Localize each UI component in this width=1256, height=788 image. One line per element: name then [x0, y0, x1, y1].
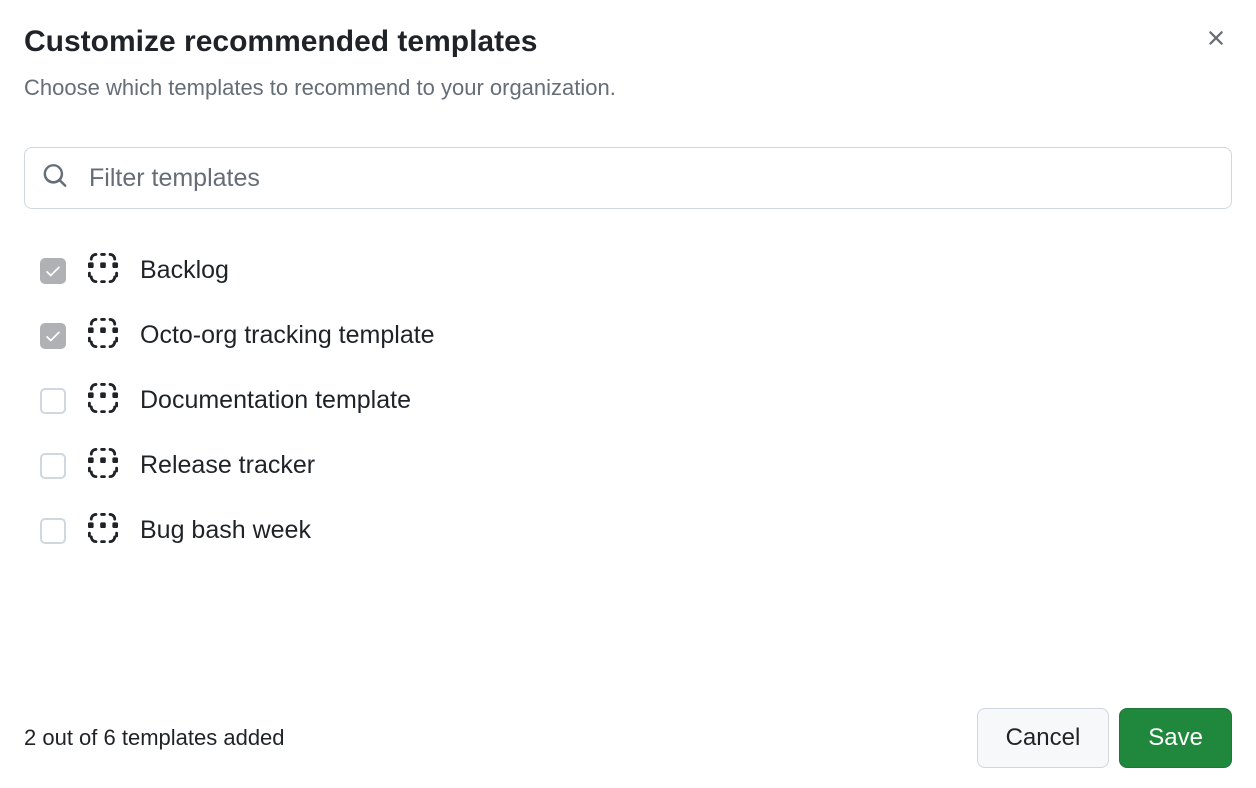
template-label: Octo-org tracking template [140, 321, 435, 350]
template-label: Bug bash week [140, 516, 311, 545]
save-button[interactable]: Save [1119, 708, 1232, 768]
template-row: Backlog [40, 253, 1232, 288]
template-label: Backlog [140, 256, 229, 285]
template-row: Bug bash week [40, 513, 1232, 548]
filter-templates-input[interactable] [24, 147, 1232, 209]
project-template-icon [88, 448, 118, 483]
project-template-icon [88, 513, 118, 548]
dialog-subtitle: Choose which templates to recommend to y… [24, 75, 616, 101]
template-row: Documentation template [40, 383, 1232, 418]
template-label: Documentation template [140, 386, 411, 415]
template-checkbox[interactable] [40, 453, 66, 479]
templates-list: Backlog Octo-org tracking template Docum… [24, 253, 1232, 548]
project-template-icon [88, 253, 118, 288]
header-text: Customize recommended templates Choose w… [24, 22, 616, 101]
template-checkbox[interactable] [40, 323, 66, 349]
template-checkbox[interactable] [40, 388, 66, 414]
dialog-footer: 2 out of 6 templates added Cancel Save [24, 708, 1232, 768]
cancel-button[interactable]: Cancel [977, 708, 1110, 768]
project-template-icon [88, 383, 118, 418]
close-icon [1204, 26, 1228, 50]
dialog-title: Customize recommended templates [24, 22, 616, 61]
template-checkbox[interactable] [40, 258, 66, 284]
footer-actions: Cancel Save [977, 708, 1232, 768]
close-button[interactable] [1200, 22, 1232, 54]
template-label: Release tracker [140, 451, 315, 480]
template-row: Release tracker [40, 448, 1232, 483]
status-text: 2 out of 6 templates added [24, 725, 285, 751]
search-container [24, 147, 1232, 209]
project-template-icon [88, 318, 118, 353]
dialog-header: Customize recommended templates Choose w… [24, 22, 1232, 101]
customize-templates-dialog: Customize recommended templates Choose w… [0, 0, 1256, 788]
template-row: Octo-org tracking template [40, 318, 1232, 353]
template-checkbox[interactable] [40, 518, 66, 544]
